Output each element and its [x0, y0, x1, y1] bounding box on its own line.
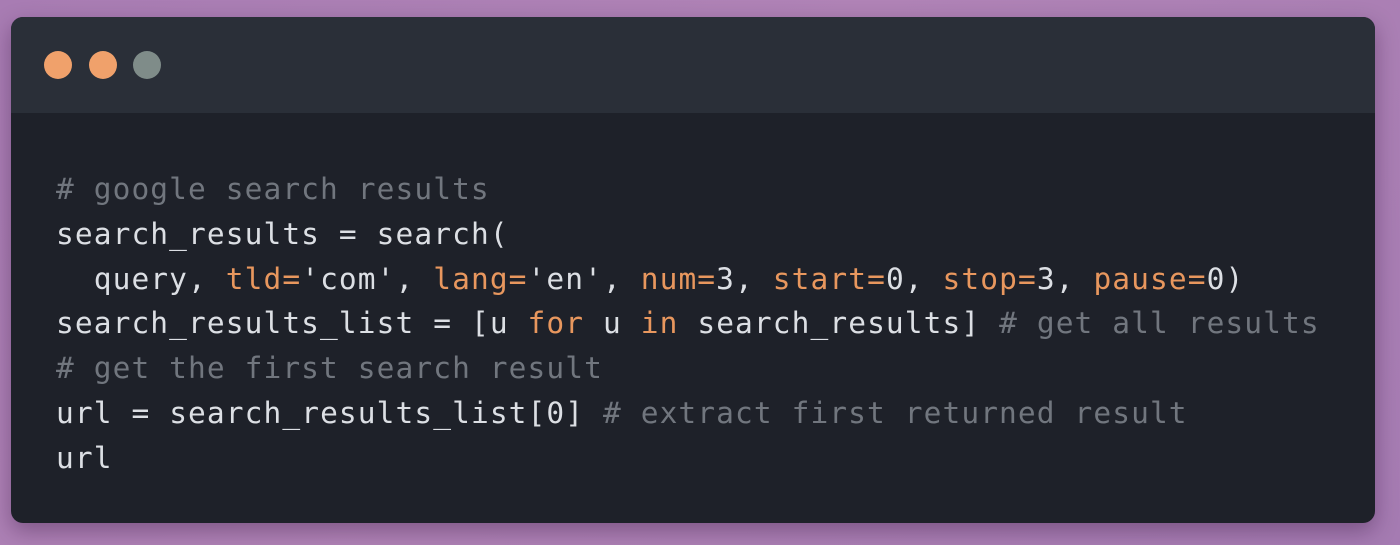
code-line: url — [56, 436, 1320, 481]
code-text: search_results_list[0] — [150, 395, 603, 430]
code-text: 0, — [885, 261, 943, 296]
code-line: # get the first search result — [56, 346, 1320, 391]
code-keyword: lang= — [433, 261, 528, 296]
code-text: url — [56, 440, 113, 475]
code-text: search_results_list — [56, 306, 434, 341]
code-comment: # get all results — [999, 306, 1320, 341]
code-comment: # google search results — [56, 172, 490, 206]
code-keyword: for — [527, 306, 585, 341]
code-text: search_results] — [678, 306, 1000, 341]
code-window: # google search results search_results = … — [11, 17, 1375, 523]
code-block: # google search results search_results = … — [56, 167, 1320, 481]
code-keyword: stop= — [942, 261, 1037, 296]
code-text: 'com', — [301, 261, 434, 296]
code-keyword: num= — [640, 261, 717, 296]
minimize-button[interactable] — [89, 51, 117, 79]
code-line: url = search_results_list[0] # extract f… — [56, 391, 1320, 436]
code-line: query, tld='com', lang='en', num=3, star… — [56, 257, 1320, 302]
code-keyword: pause= — [1093, 261, 1207, 296]
code-text: [u — [452, 306, 528, 341]
code-text: 0) — [1206, 261, 1245, 296]
close-button[interactable] — [44, 51, 72, 79]
code-text: 3, — [716, 261, 773, 296]
code-text: u — [584, 306, 641, 341]
code-text: 'en', — [527, 261, 641, 296]
code-keyword: tld= — [225, 261, 302, 296]
code-text: query, — [56, 261, 226, 296]
code-text: 3, — [1036, 261, 1094, 296]
code-text: search_results — [56, 216, 339, 251]
zoom-button[interactable] — [133, 51, 161, 79]
code-operator: = — [338, 216, 358, 251]
code-text: search( — [357, 216, 509, 251]
code-line: search_results = search( — [56, 212, 1320, 257]
code-comment: # get the first search result — [56, 351, 603, 386]
code-keyword: in — [640, 306, 679, 341]
code-text: url — [56, 395, 132, 430]
code-operator: = — [433, 306, 453, 341]
code-comment: # extract first returned result — [602, 395, 1188, 430]
code-operator: = — [131, 395, 151, 430]
window-titlebar — [11, 17, 1375, 113]
code-keyword: start= — [772, 261, 886, 296]
code-line: search_results_list = [u for u in search… — [56, 301, 1320, 346]
code-line: # google search results — [56, 167, 1320, 212]
